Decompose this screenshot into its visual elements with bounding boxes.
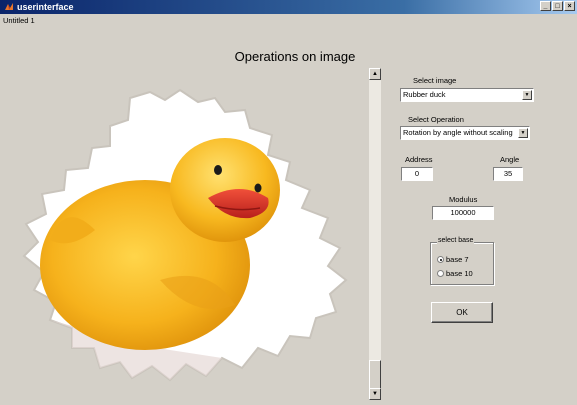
window-title: userinterface — [17, 2, 74, 12]
select-image-dropdown[interactable]: Rubber duck ▼ — [400, 88, 534, 102]
select-base-group: select base base 7 base 10 — [430, 237, 494, 285]
angle-label: Angle — [500, 155, 520, 164]
image-display — [10, 80, 360, 400]
scroll-thumb[interactable] — [369, 360, 381, 390]
close-button[interactable]: × — [564, 1, 575, 11]
modulus-field[interactable]: 100000 — [432, 206, 494, 220]
matlab-logo-icon — [4, 2, 14, 12]
select-operation-label: Select Operation — [408, 115, 464, 124]
title-bar[interactable]: userinterface _ □ × — [0, 0, 577, 14]
select-operation-value: Rotation by angle without scaling — [403, 128, 513, 137]
select-base-label: select base — [437, 237, 475, 244]
ok-button[interactable]: OK — [431, 302, 493, 323]
radio-base-7[interactable]: base 7 — [437, 255, 469, 264]
radio-unselected-icon[interactable] — [437, 270, 444, 277]
scroll-up-icon[interactable]: ▲ — [369, 68, 381, 80]
radio-selected-icon[interactable] — [437, 256, 444, 263]
rubber-duck-image — [22, 88, 348, 382]
scroll-down-icon[interactable]: ▼ — [369, 388, 381, 400]
angle-field[interactable]: 35 — [493, 167, 523, 181]
select-image-value: Rubber duck — [403, 90, 446, 99]
minimize-button[interactable]: _ — [540, 1, 551, 11]
select-operation-dropdown[interactable]: Rotation by angle without scaling ▼ — [400, 126, 530, 140]
document-name: Untitled 1 — [3, 16, 35, 25]
vertical-scrollbar[interactable]: ▲ ▼ — [369, 68, 381, 400]
select-image-label: Select image — [413, 76, 457, 85]
dropdown-arrow-icon[interactable]: ▼ — [522, 90, 532, 100]
radio-base-10-label: base 10 — [446, 269, 473, 278]
maximize-button[interactable]: □ — [552, 1, 563, 11]
figure-title: Operations on image — [234, 49, 356, 64]
modulus-label: Modulus — [449, 195, 478, 204]
radio-base-7-label: base 7 — [446, 255, 469, 264]
address-field[interactable]: 0 — [401, 167, 433, 181]
address-label: Address — [405, 155, 433, 164]
dropdown-arrow-icon[interactable]: ▼ — [518, 128, 528, 138]
radio-base-10[interactable]: base 10 — [437, 269, 473, 278]
